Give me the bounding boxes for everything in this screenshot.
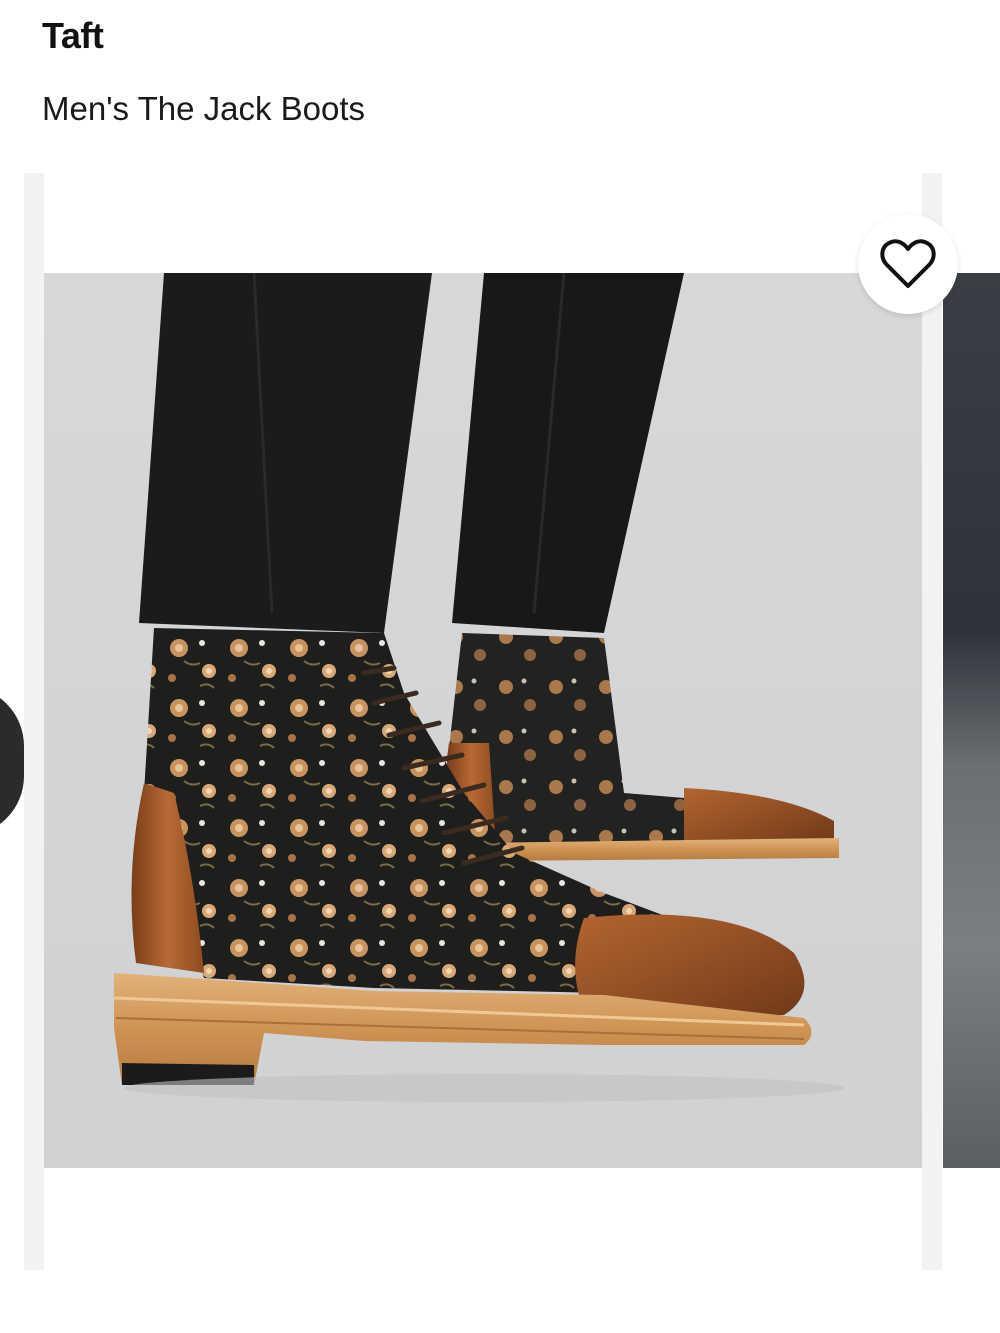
product-image-carousel[interactable] <box>0 173 1000 1273</box>
product-image[interactable] <box>44 273 922 1168</box>
previous-slide-button[interactable] <box>0 686 24 836</box>
favorite-button[interactable] <box>858 214 958 314</box>
brand-name: Taft <box>42 15 104 56</box>
next-slide-preview[interactable] <box>943 273 1000 1168</box>
product-title: Men's The Jack Boots <box>42 90 366 127</box>
boot-illustration <box>44 273 922 1168</box>
heart-outline-icon <box>880 239 936 288</box>
